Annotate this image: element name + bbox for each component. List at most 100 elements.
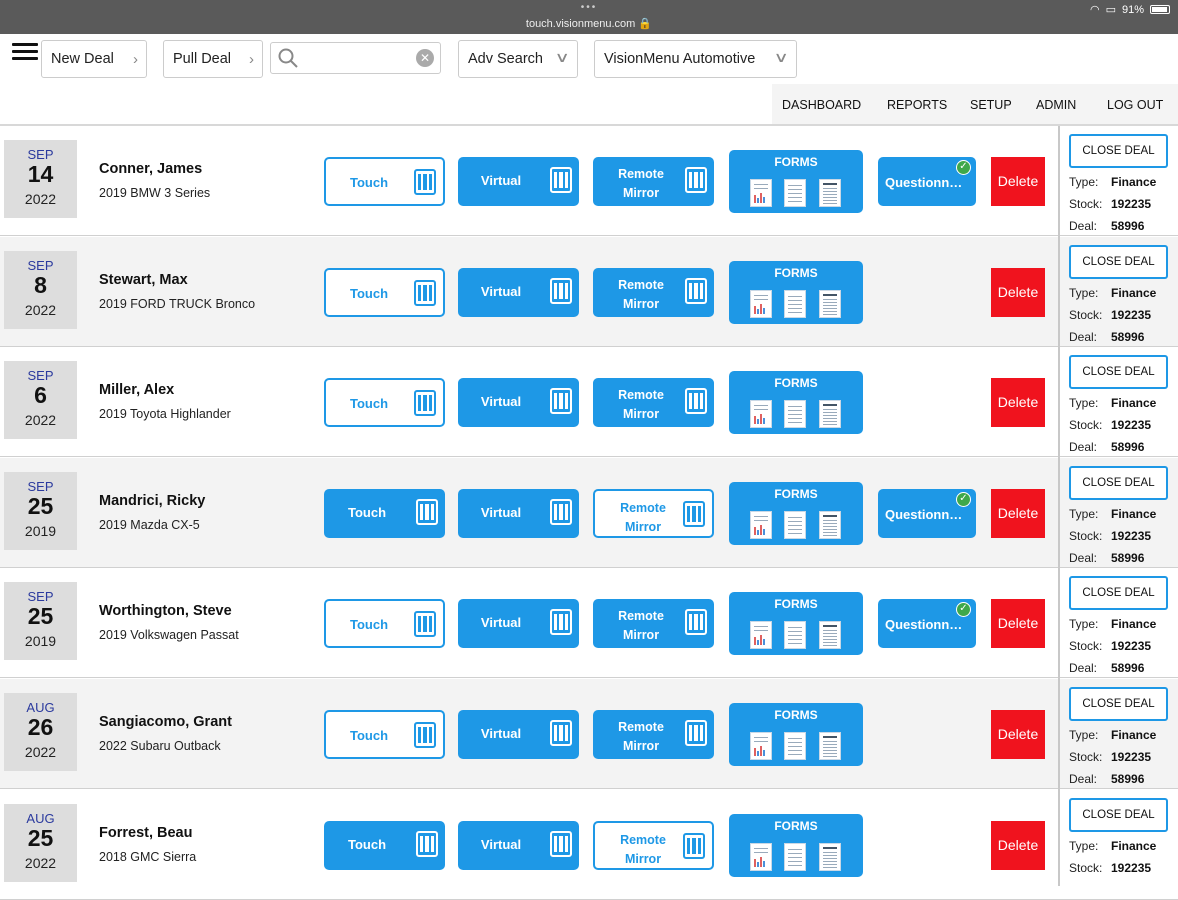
form-document-icon[interactable]: [750, 842, 772, 871]
delete-button[interactable]: Delete: [991, 378, 1045, 428]
nav-setup[interactable]: SETUP: [970, 98, 1012, 112]
close-deal-button[interactable]: CLOSE DEAL: [1069, 244, 1168, 279]
search-input[interactable]: ✕: [270, 42, 441, 74]
browser-menu-dots[interactable]: •••: [0, 2, 1178, 13]
url-bar[interactable]: touch.visionmenu.com 🔒: [0, 17, 1178, 30]
delete-button[interactable]: Delete: [991, 599, 1045, 649]
close-deal-button[interactable]: CLOSE DEAL: [1069, 355, 1168, 390]
remote-mirror-button[interactable]: Remote Mirror: [593, 378, 714, 428]
remote-mirror-button[interactable]: Remote Mirror: [593, 599, 714, 649]
customer-name[interactable]: Miller, Alex: [99, 382, 174, 398]
virtual-button[interactable]: Virtual: [458, 267, 579, 317]
adv-search-dropdown[interactable]: Adv Search ∨: [458, 40, 578, 78]
type-key: Type:: [1069, 728, 1099, 742]
touch-button[interactable]: Touch: [324, 378, 445, 428]
touch-label: Touch: [349, 175, 389, 190]
questionnaire-label: Questionnai...: [885, 175, 969, 190]
delete-button[interactable]: Delete: [991, 488, 1045, 538]
close-deal-button[interactable]: CLOSE DEAL: [1069, 134, 1168, 168]
virtual-button[interactable]: Virtual: [458, 820, 579, 870]
delete-button[interactable]: Delete: [991, 267, 1045, 317]
stock-value: 192235: [1111, 528, 1152, 543]
form-document-icon[interactable]: [750, 179, 772, 207]
pull-deal-button[interactable]: Pull Deal ›: [163, 40, 263, 78]
questionnaire-button[interactable]: Questionnai... ✓: [878, 599, 976, 649]
touch-button[interactable]: Touch: [324, 710, 445, 759]
hamburger-menu-icon[interactable]: [12, 43, 38, 63]
virtual-button[interactable]: Virtual: [458, 488, 579, 538]
remote-mirror-button[interactable]: Remote Mirror: [593, 820, 714, 870]
form-document-icon[interactable]: [750, 400, 772, 429]
customer-name[interactable]: Conner, James: [99, 161, 202, 177]
customer-name[interactable]: Sangiacomo, Grant: [99, 714, 232, 730]
virtual-button[interactable]: Virtual: [458, 378, 579, 428]
delete-button[interactable]: Delete: [991, 820, 1045, 870]
form-document-icon[interactable]: [819, 621, 841, 650]
form-document-icon[interactable]: [784, 842, 806, 871]
forms-button[interactable]: FORMS: [729, 150, 863, 213]
form-document-icon[interactable]: [819, 732, 841, 760]
dealer-dropdown[interactable]: VisionMenu Automotive ∨: [594, 40, 797, 78]
form-document-icon[interactable]: [784, 400, 806, 429]
touch-button[interactable]: Touch: [324, 488, 445, 538]
form-document-icon[interactable]: [819, 400, 841, 429]
stock-value: 192235: [1111, 860, 1152, 875]
clear-search-icon[interactable]: ✕: [416, 49, 434, 67]
close-deal-button[interactable]: CLOSE DEAL: [1069, 797, 1168, 832]
close-deal-button[interactable]: CLOSE DEAL: [1069, 576, 1168, 611]
type-key: Type:: [1069, 285, 1099, 300]
remote-mirror-button[interactable]: Remote Mirror: [593, 157, 714, 206]
deal-value: 58996: [1111, 772, 1145, 786]
touch-label: Touch: [349, 285, 389, 301]
form-document-icon[interactable]: [750, 732, 772, 760]
forms-button[interactable]: FORMS: [729, 371, 863, 435]
virtual-button[interactable]: Virtual: [458, 157, 579, 206]
delete-button[interactable]: Delete: [991, 710, 1045, 759]
deal-row: SEP 14 2022 Conner, James 2019 BMW 3 Series T…: [0, 126, 1178, 236]
touch-button[interactable]: Touch: [324, 157, 445, 206]
form-document-icon[interactable]: [819, 510, 841, 539]
deal-type: Type: Finance: [1069, 286, 1156, 300]
nav-logout[interactable]: LOG OUT: [1107, 98, 1163, 112]
customer-name[interactable]: Stewart, Max: [99, 272, 188, 288]
new-deal-button[interactable]: New Deal ›: [41, 40, 147, 78]
forms-button[interactable]: FORMS: [729, 703, 863, 766]
nav-dashboard[interactable]: DASHBOARD: [782, 98, 861, 112]
form-document-icon[interactable]: [819, 842, 841, 871]
questionnaire-button[interactable]: Questionnai... ✓: [878, 157, 976, 206]
remote-label-line2: Mirror: [622, 407, 660, 422]
touch-button[interactable]: Touch: [324, 599, 445, 649]
close-deal-button[interactable]: CLOSE DEAL: [1069, 465, 1168, 500]
touch-button[interactable]: Touch: [324, 267, 445, 317]
remote-mirror-button[interactable]: Remote Mirror: [593, 488, 714, 538]
form-document-icon[interactable]: [784, 510, 806, 539]
nav-reports[interactable]: REPORTS: [887, 98, 947, 112]
form-document-icon[interactable]: [819, 179, 841, 207]
forms-button[interactable]: FORMS: [729, 481, 863, 545]
form-document-icon[interactable]: [784, 621, 806, 650]
customer-name[interactable]: Worthington, Steve: [99, 603, 232, 619]
delete-button[interactable]: Delete: [991, 157, 1045, 206]
form-document-icon[interactable]: [784, 732, 806, 760]
customer-name[interactable]: Forrest, Beau: [99, 825, 192, 841]
forms-button[interactable]: FORMS: [729, 260, 863, 324]
form-document-icon[interactable]: [784, 289, 806, 318]
close-deal-button[interactable]: CLOSE DEAL: [1069, 687, 1168, 721]
touch-button[interactable]: Touch: [324, 820, 445, 870]
remote-mirror-button[interactable]: Remote Mirror: [593, 710, 714, 759]
customer-name[interactable]: Mandrici, Ricky: [99, 493, 205, 509]
virtual-button[interactable]: Virtual: [458, 599, 579, 649]
deal-number: Deal: 58996: [1069, 330, 1144, 344]
virtual-button[interactable]: Virtual: [458, 710, 579, 759]
remote-mirror-button[interactable]: Remote Mirror: [593, 267, 714, 317]
form-document-icon[interactable]: [750, 621, 772, 650]
form-document-icon[interactable]: [750, 289, 772, 318]
nav-admin[interactable]: ADMIN: [1036, 98, 1076, 112]
form-document-icon[interactable]: [750, 510, 772, 539]
forms-button[interactable]: FORMS: [729, 592, 863, 656]
form-document-icon[interactable]: [784, 179, 806, 207]
form-document-icon[interactable]: [819, 289, 841, 318]
questionnaire-button[interactable]: Questionnai... ✓: [878, 488, 976, 538]
forms-button[interactable]: FORMS: [729, 813, 863, 877]
new-deal-label: New Deal: [51, 51, 114, 67]
